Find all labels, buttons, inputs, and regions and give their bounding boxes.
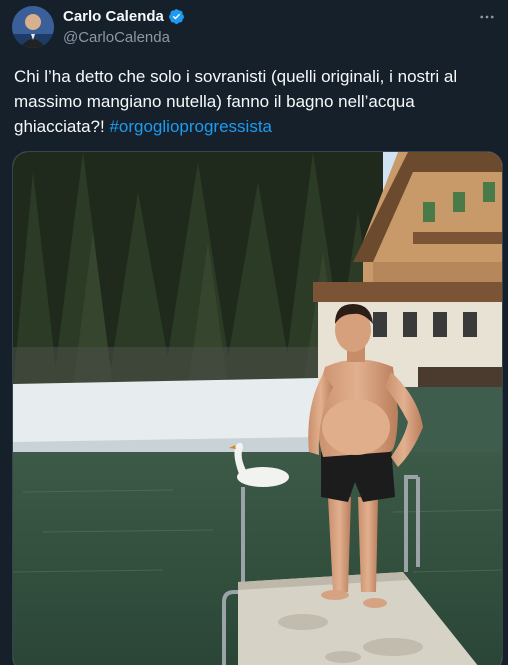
avatar[interactable] [12, 6, 54, 48]
more-options-icon[interactable] [476, 6, 498, 28]
hashtag-link[interactable]: #orgoglioprogressista [109, 117, 272, 136]
tweet-photo[interactable] [12, 151, 503, 665]
author-name-row[interactable]: Carlo Calenda [63, 8, 185, 25]
tweet-text: Chi l’ha detto che solo i sovranisti (qu… [14, 64, 496, 139]
author-handle[interactable]: @CarloCalenda [63, 29, 170, 46]
photo-illustration [13, 152, 502, 665]
verified-badge-icon [168, 8, 185, 25]
author-display-name[interactable]: Carlo Calenda [63, 8, 164, 25]
tweet: Carlo Calenda @CarloCalenda Chi l’ha det… [0, 0, 508, 665]
